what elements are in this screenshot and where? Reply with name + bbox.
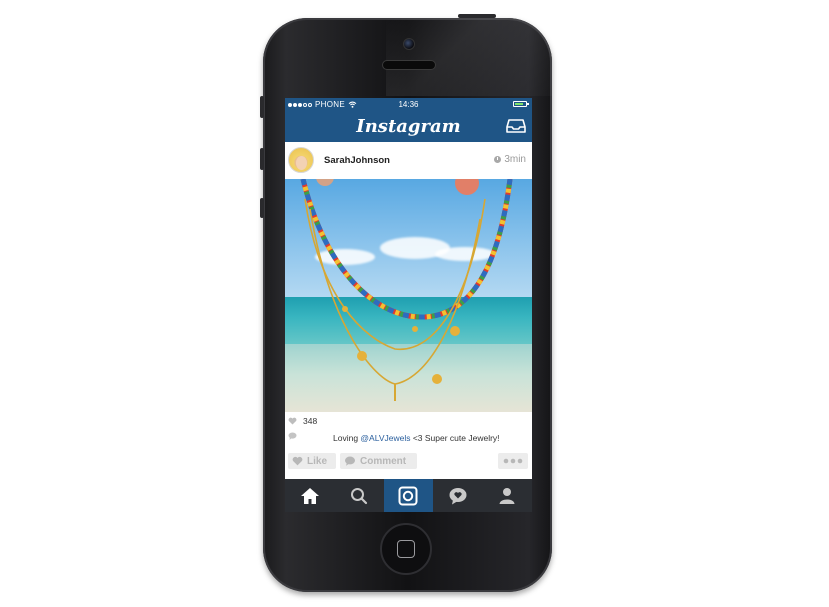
- comment-label: Comment: [360, 455, 407, 467]
- volume-down-button: [260, 148, 264, 170]
- mute-switch: [260, 198, 264, 218]
- post-time-label: 3min: [504, 154, 526, 165]
- avatar[interactable]: [288, 147, 314, 173]
- front-camera: [403, 38, 415, 50]
- inbox-icon[interactable]: [506, 118, 526, 134]
- post-caption: Loving @ALVJewels <3 Super cute Jewelry!: [333, 433, 500, 443]
- phone-glare: [386, 18, 552, 96]
- tab-explore[interactable]: [334, 479, 383, 512]
- likes-count[interactable]: 348: [303, 416, 317, 426]
- comment-bubble-icon: [288, 432, 297, 440]
- heart-icon: [288, 417, 297, 425]
- heart-icon: [292, 456, 303, 466]
- caption-prefix: Loving: [333, 433, 361, 443]
- post-actions: Like Comment: [288, 453, 528, 469]
- person-icon: [499, 487, 515, 504]
- likes-row: 348: [288, 416, 317, 426]
- status-time: 14:36: [398, 100, 419, 109]
- clock-icon: [494, 156, 502, 163]
- caption-mention-link[interactable]: @ALVJewels: [360, 433, 410, 443]
- app-logo: Instagram: [356, 116, 461, 137]
- volume-up-button: [260, 96, 264, 118]
- like-label: Like: [307, 455, 328, 467]
- comment-bubble-icon: [345, 456, 355, 466]
- heart-bubble-icon: [449, 487, 467, 504]
- app-header: Instagram: [285, 111, 532, 142]
- post-header: SarahJohnson 3min: [285, 142, 532, 179]
- post-time: 3min: [494, 154, 526, 165]
- like-button[interactable]: Like: [288, 453, 336, 469]
- ellipsis-icon: [503, 458, 523, 464]
- power-button: [458, 14, 496, 18]
- caption-suffix: <3 Super cute Jewelry!: [410, 433, 500, 443]
- necklace-illustration: [300, 179, 513, 401]
- bottom-tab-bar: [285, 479, 532, 512]
- tab-home[interactable]: [285, 479, 334, 512]
- status-bar: PHONE 14:36: [285, 98, 532, 111]
- search-icon: [351, 487, 368, 504]
- tab-camera[interactable]: [383, 479, 434, 512]
- home-icon: [300, 487, 319, 504]
- post-username[interactable]: SarahJohnson: [324, 155, 390, 166]
- battery-icon: [513, 101, 529, 107]
- earpiece-speaker: [382, 60, 436, 70]
- phone-screen: PHONE 14:36 Instagram SarahJohnson 3min: [285, 98, 532, 512]
- camera-icon: [398, 486, 418, 505]
- home-hardware-button[interactable]: [380, 523, 432, 575]
- more-options-button[interactable]: [498, 453, 528, 469]
- post-photo[interactable]: [285, 179, 532, 412]
- tab-profile[interactable]: [483, 479, 532, 512]
- tab-activity[interactable]: [433, 479, 482, 512]
- comment-button[interactable]: Comment: [340, 453, 417, 469]
